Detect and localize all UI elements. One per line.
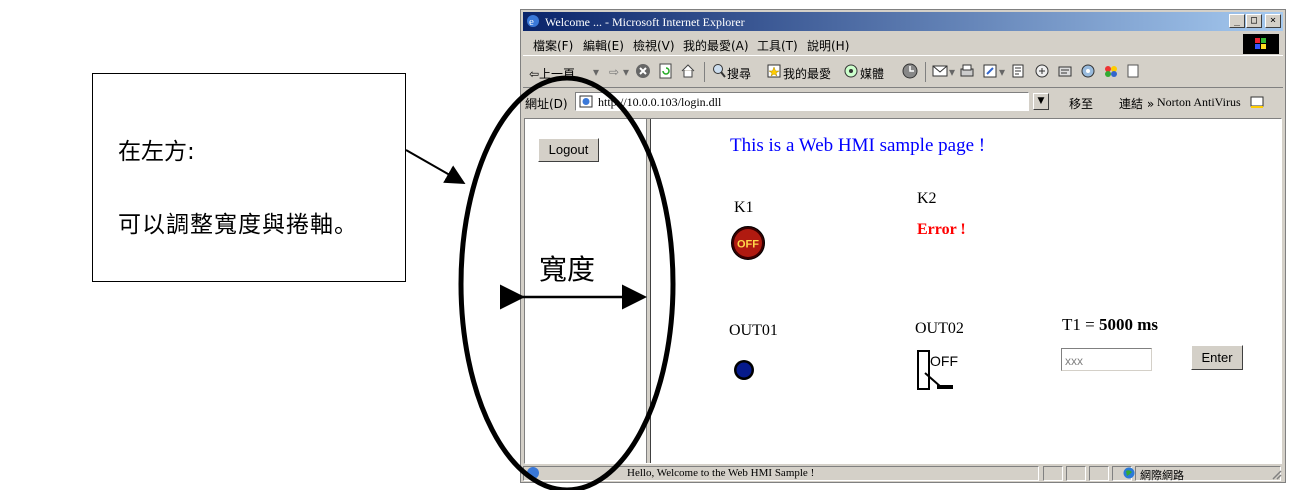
window-title: Welcome ... - Microsoft Internet Explore… (545, 15, 745, 29)
logout-button[interactable]: Logout (538, 138, 599, 162)
status-cell (1089, 466, 1109, 481)
back-dropdown[interactable]: ▾ (593, 65, 599, 79)
address-label: 網址(D) (525, 97, 568, 111)
favorites-icon (767, 64, 781, 78)
k2-label: K2 (917, 190, 937, 207)
search-icon (713, 64, 726, 78)
k1-off-button-icon[interactable]: OFF (730, 225, 766, 261)
menu-tools[interactable]: 工具(T) (757, 37, 798, 54)
ie-logo-icon: e (527, 15, 539, 28)
annotation-line1: 在左方: (118, 139, 195, 165)
status-message: Hello, Welcome to the Web HMI Sample ! (627, 467, 815, 479)
globe-icon (1123, 467, 1135, 479)
right-frame: This is a Web HMI sample page ! K1 OFF K… (651, 119, 1281, 463)
browser-content: Logout This is a Web HMI sample page ! K… (524, 118, 1282, 464)
maximize-button[interactable]: □ (1246, 14, 1262, 28)
mail-icon[interactable] (932, 63, 948, 79)
menu-help[interactable]: 說明(H) (807, 37, 849, 54)
menu-view[interactable]: 檢視(V) (633, 37, 675, 54)
out01-indicator-icon (734, 360, 754, 380)
forward-button[interactable]: ⇨ (609, 65, 619, 79)
print-icon[interactable] (959, 63, 975, 79)
refresh-icon[interactable] (658, 63, 674, 79)
media-button[interactable]: 媒體 (860, 65, 884, 82)
links-button[interactable]: 連結 » (1119, 95, 1154, 112)
left-frame: Logout (525, 119, 646, 463)
status-cell (1066, 466, 1086, 481)
page-icon (579, 95, 593, 108)
browser-window: e Welcome ... - Microsoft Internet Explo… (520, 9, 1286, 483)
toolbar: ⇦上一頁 ▾ ⇨ ▾ 搜尋 我的最愛 媒體 ▾ ▾ (523, 57, 1283, 88)
history-icon[interactable] (902, 63, 918, 79)
edit-dropdown[interactable]: ▾ (999, 65, 1005, 79)
enter-button[interactable]: Enter (1191, 345, 1243, 370)
windows-logo-icon (1243, 34, 1279, 54)
k1-state-text: OFF (737, 239, 759, 251)
t1-input[interactable]: xxx (1061, 348, 1152, 371)
width-label: 寬度 (539, 253, 596, 286)
svg-text:e: e (529, 16, 534, 28)
annotation-line2: 可以調整寬度與捲軸。 (118, 212, 358, 238)
blank-page-icon[interactable] (1126, 63, 1140, 79)
toolbar-separator (925, 62, 926, 82)
search-button[interactable]: 搜尋 (727, 65, 751, 82)
menu-favorites[interactable]: 我的最愛(A) (683, 37, 749, 54)
messenger-icon[interactable] (1057, 63, 1073, 79)
norton-icon[interactable] (1249, 94, 1265, 110)
out02-switch-icon[interactable]: OFF (917, 349, 969, 393)
annotation-callout: 在左方: 可以調整寬度與捲軸。 (92, 73, 406, 282)
address-url: http://10.0.0.103/login.dll (598, 95, 722, 109)
stop-icon[interactable] (635, 63, 651, 79)
favorites-button[interactable]: 我的最愛 (783, 65, 831, 82)
address-bar: 網址(D) http://10.0.0.103/login.dll ▼ 移至 連… (523, 89, 1283, 115)
close-button[interactable]: × (1265, 14, 1281, 28)
pointer-arrow (405, 149, 466, 184)
title-bar[interactable]: e Welcome ... - Microsoft Internet Explo… (523, 12, 1283, 31)
norton-antivirus-button[interactable]: Norton AntiVirus (1157, 95, 1241, 110)
t1-prefix: T1 = (1062, 315, 1099, 334)
mail-dropdown[interactable]: ▾ (949, 65, 955, 79)
go-button[interactable]: 移至 (1069, 95, 1093, 112)
out01-label: OUT01 (729, 322, 778, 339)
menu-edit[interactable]: 編輯(E) (583, 37, 624, 54)
home-icon[interactable] (680, 63, 696, 79)
address-input[interactable]: http://10.0.0.103/login.dll (575, 92, 1029, 111)
k1-label: K1 (734, 199, 754, 216)
back-button[interactable]: ⇦上一頁 (529, 65, 575, 82)
internet-zone-label: 網際網路 (1140, 469, 1184, 482)
resize-grip-icon[interactable] (1270, 468, 1282, 480)
k2-error-text: Error ! (917, 221, 966, 238)
menu-file[interactable]: 檔案(F) (533, 37, 573, 54)
t1-label: T1 = 5000 ms (1062, 315, 1158, 335)
discuss-icon[interactable] (1011, 63, 1025, 79)
media-icon (844, 64, 858, 78)
page-title: This is a Web HMI sample page ! (730, 135, 986, 156)
status-bar: Hello, Welcome to the Web HMI Sample ! 網… (523, 466, 1283, 482)
msn-icon[interactable] (1080, 63, 1096, 79)
status-cell (1043, 466, 1063, 481)
menu-bar: 檔案(F) 編輯(E) 檢視(V) 我的最愛(A) 工具(T) 說明(H) (523, 33, 1283, 56)
out02-state-text: OFF (930, 353, 958, 369)
minimize-button[interactable]: _ (1229, 14, 1245, 28)
research-icon[interactable] (1034, 63, 1050, 79)
address-dropdown[interactable]: ▼ (1033, 93, 1049, 110)
forward-dropdown[interactable]: ▾ (623, 65, 629, 79)
butterfly-icon[interactable] (1103, 63, 1119, 79)
edit-icon[interactable] (982, 63, 998, 79)
toolbar-separator (704, 62, 705, 82)
out02-label: OUT02 (915, 320, 964, 337)
t1-value: 5000 ms (1098, 315, 1159, 334)
